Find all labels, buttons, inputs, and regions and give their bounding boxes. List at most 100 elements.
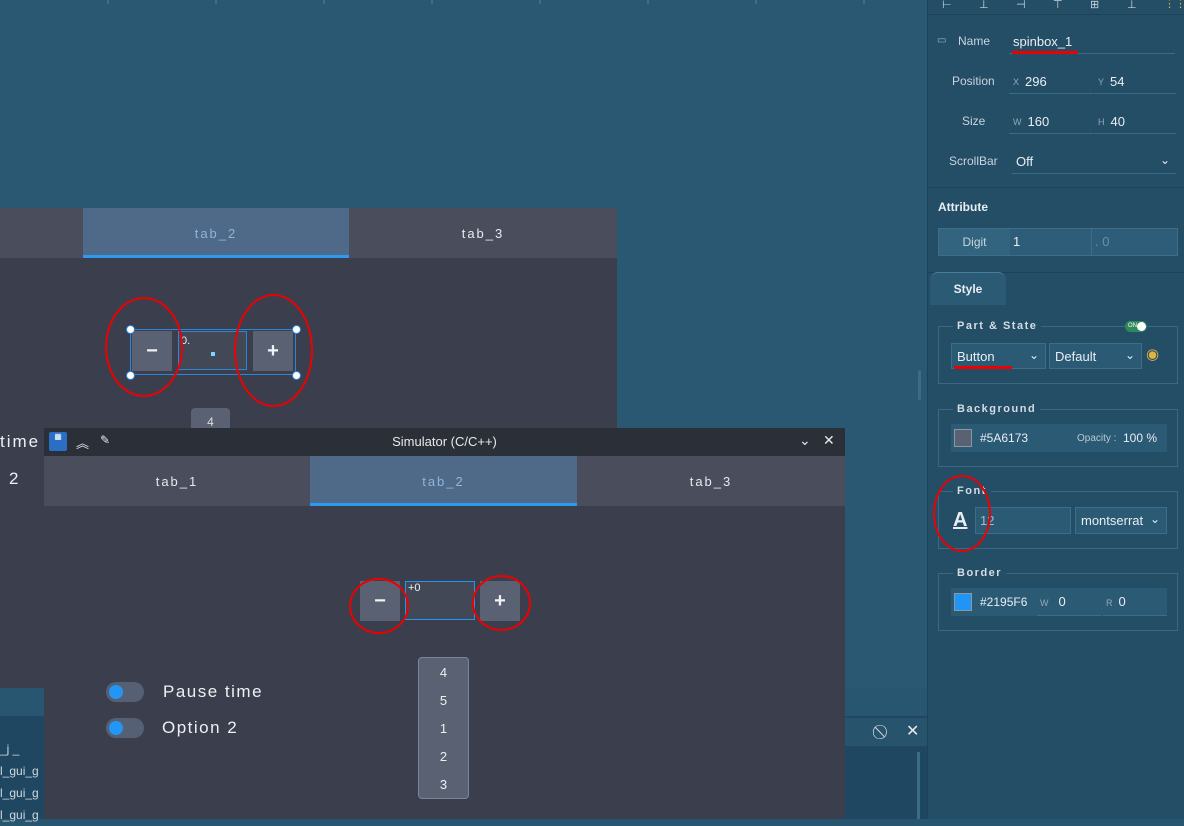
- roller-option[interactable]: 5: [419, 686, 468, 714]
- chevron-down-icon: ⌄: [1159, 153, 1170, 167]
- sim-minus-button[interactable]: −: [360, 581, 400, 621]
- sim-tab-3[interactable]: tab_3: [577, 456, 845, 506]
- design-plus-button[interactable]: +: [253, 331, 293, 371]
- option-2-label: Option 2: [162, 718, 239, 737]
- bg-color-row: #5A6173 Opacity : 100 %: [951, 424, 1167, 452]
- border-color-swatch[interactable]: [954, 593, 972, 611]
- console-line: l_gui_g: [0, 808, 39, 822]
- simulator-titlebar[interactable]: ▦ ︽ ✎ Simulator (C/C++) ⌄ ✕: [44, 428, 845, 456]
- style-tab[interactable]: Style: [930, 272, 1006, 305]
- id-card-icon: ▭: [937, 35, 947, 46]
- divider: [928, 187, 1184, 188]
- design-cursor: [211, 352, 215, 356]
- state-select[interactable]: Default ⌄: [1049, 343, 1142, 369]
- size-w-input[interactable]: W 160: [1009, 110, 1093, 134]
- design-partial-label: time: [0, 432, 41, 451]
- font-title: Font: [953, 485, 991, 497]
- chevron-down-icon: ⌄: [1149, 512, 1160, 526]
- console-line: _j _: [0, 742, 20, 756]
- bg-color-swatch[interactable]: [954, 429, 972, 447]
- design-partial-label-2: 2: [9, 469, 19, 488]
- canvas-scrollbar[interactable]: [918, 370, 921, 400]
- design-tab-2[interactable]: tab_2: [83, 208, 349, 258]
- roller-option[interactable]: 2: [419, 742, 468, 770]
- digit-input[interactable]: 1: [1013, 234, 1020, 249]
- align-bottom-icon[interactable]: ⊥: [1127, 0, 1137, 11]
- font-size-input[interactable]: 12: [975, 507, 1071, 534]
- digit-row: Digit 1 . 0: [938, 228, 1178, 256]
- attribute-title: Attribute: [938, 200, 988, 214]
- border-width-input[interactable]: W0: [1037, 588, 1101, 616]
- design-tab-3[interactable]: tab_3: [349, 208, 617, 258]
- font-icon[interactable]: A: [953, 509, 967, 532]
- close-icon[interactable]: ✕: [906, 721, 919, 741]
- console-toolbar: ⃠ ✕: [845, 718, 927, 746]
- resize-handle[interactable]: [126, 371, 135, 380]
- sim-roller[interactable]: 4 5 1 2 3: [418, 657, 469, 799]
- font-family-select[interactable]: montserrat ⌄: [1075, 507, 1167, 534]
- chevron-down-icon: ⌄: [1028, 348, 1039, 362]
- pos-y-input[interactable]: Y 54: [1094, 70, 1176, 94]
- sim-spinbox-value: +0: [408, 582, 421, 594]
- align-right-icon[interactable]: ⊣: [1016, 0, 1026, 11]
- roller-option[interactable]: 4: [419, 658, 468, 686]
- position-label: Position: [952, 74, 995, 88]
- sim-spinbox-field[interactable]: +0: [405, 581, 475, 620]
- scrollbar-select[interactable]: Off ⌄: [1012, 150, 1176, 174]
- eye-icon[interactable]: ◉: [1146, 345, 1159, 363]
- option-2-switch[interactable]: [106, 718, 144, 738]
- pause-time-label: Pause time: [163, 682, 264, 701]
- console-line: l_gui_g: [0, 786, 39, 800]
- bg-color-hex[interactable]: #5A6173: [980, 431, 1028, 445]
- sim-plus-button[interactable]: +: [480, 581, 520, 621]
- align-top-icon[interactable]: ⊤: [1053, 0, 1063, 11]
- annotation-underline: [1012, 51, 1078, 54]
- digit-label: Digit: [939, 229, 1010, 255]
- opacity-value[interactable]: 100 %: [1123, 431, 1157, 445]
- opacity-label: Opacity :: [1077, 433, 1117, 444]
- window-title: Simulator (C/C++): [392, 434, 497, 449]
- decimal-input[interactable]: . 0: [1095, 234, 1109, 249]
- part-toggle[interactable]: ON: [1125, 321, 1147, 332]
- border-group: Border #2195F6 W0 R0: [938, 567, 1178, 631]
- design-tabbar: tab_2 tab_3: [0, 208, 617, 258]
- background-title: Background: [953, 403, 1041, 415]
- border-color-hex[interactable]: #2195F6: [980, 595, 1027, 609]
- grid-icon[interactable]: ⋮⋮: [1164, 0, 1184, 10]
- sim-tab-2[interactable]: tab_2: [310, 456, 577, 506]
- font-group: Font A 12 montserrat ⌄: [938, 485, 1178, 549]
- console-scrollbar[interactable]: [917, 752, 920, 819]
- console-line: l_gui_g: [0, 764, 39, 778]
- part-state-group: Part & State ON Button ⌄ Default ⌄ ◉: [938, 320, 1178, 384]
- close-icon[interactable]: ✕: [823, 432, 835, 449]
- minimize-icon[interactable]: ⌄: [799, 432, 811, 449]
- scrollbar-label: ScrollBar: [949, 154, 998, 168]
- design-spinbox-value: 0.: [181, 335, 191, 347]
- divider: [928, 14, 1184, 15]
- toggle-knob: [1137, 322, 1146, 331]
- resize-handle[interactable]: [292, 325, 301, 334]
- switch-knob: [109, 721, 123, 735]
- design-spinbox-field[interactable]: 0.: [178, 331, 247, 370]
- pos-x-input[interactable]: X 296: [1009, 70, 1093, 94]
- align-middle-icon[interactable]: ⊞: [1090, 0, 1099, 11]
- console-log: _j _ l_gui_g l_gui_g l_gui_g: [0, 738, 39, 826]
- sim-tab-1[interactable]: tab_1: [44, 456, 310, 506]
- border-row: #2195F6 W0 R0: [951, 588, 1167, 616]
- roller-option[interactable]: 3: [419, 770, 468, 798]
- align-toolbar: ⊢ ⊥ ⊣ ⊤ ⊞ ⊥ ⋮⋮: [938, 0, 1184, 14]
- resize-handle[interactable]: [126, 325, 135, 334]
- resize-handle[interactable]: [292, 371, 301, 380]
- properties-panel: ⊢ ⊥ ⊣ ⊤ ⊞ ⊥ ⋮⋮ ▭ Name spinbox_1 Position…: [927, 0, 1184, 819]
- size-h-input[interactable]: H 40: [1094, 110, 1176, 134]
- roller-option[interactable]: 1: [419, 714, 468, 742]
- switch-knob: [109, 685, 123, 699]
- part-state-title: Part & State: [953, 320, 1042, 332]
- design-minus-button[interactable]: −: [132, 331, 172, 371]
- name-label: Name: [958, 34, 991, 48]
- border-radius-input[interactable]: R0: [1103, 588, 1167, 616]
- align-left-icon[interactable]: ⊢: [942, 0, 952, 11]
- align-center-icon[interactable]: ⊥: [979, 0, 989, 11]
- pause-time-switch[interactable]: [106, 682, 144, 702]
- top-ruler: [107, 0, 865, 4]
